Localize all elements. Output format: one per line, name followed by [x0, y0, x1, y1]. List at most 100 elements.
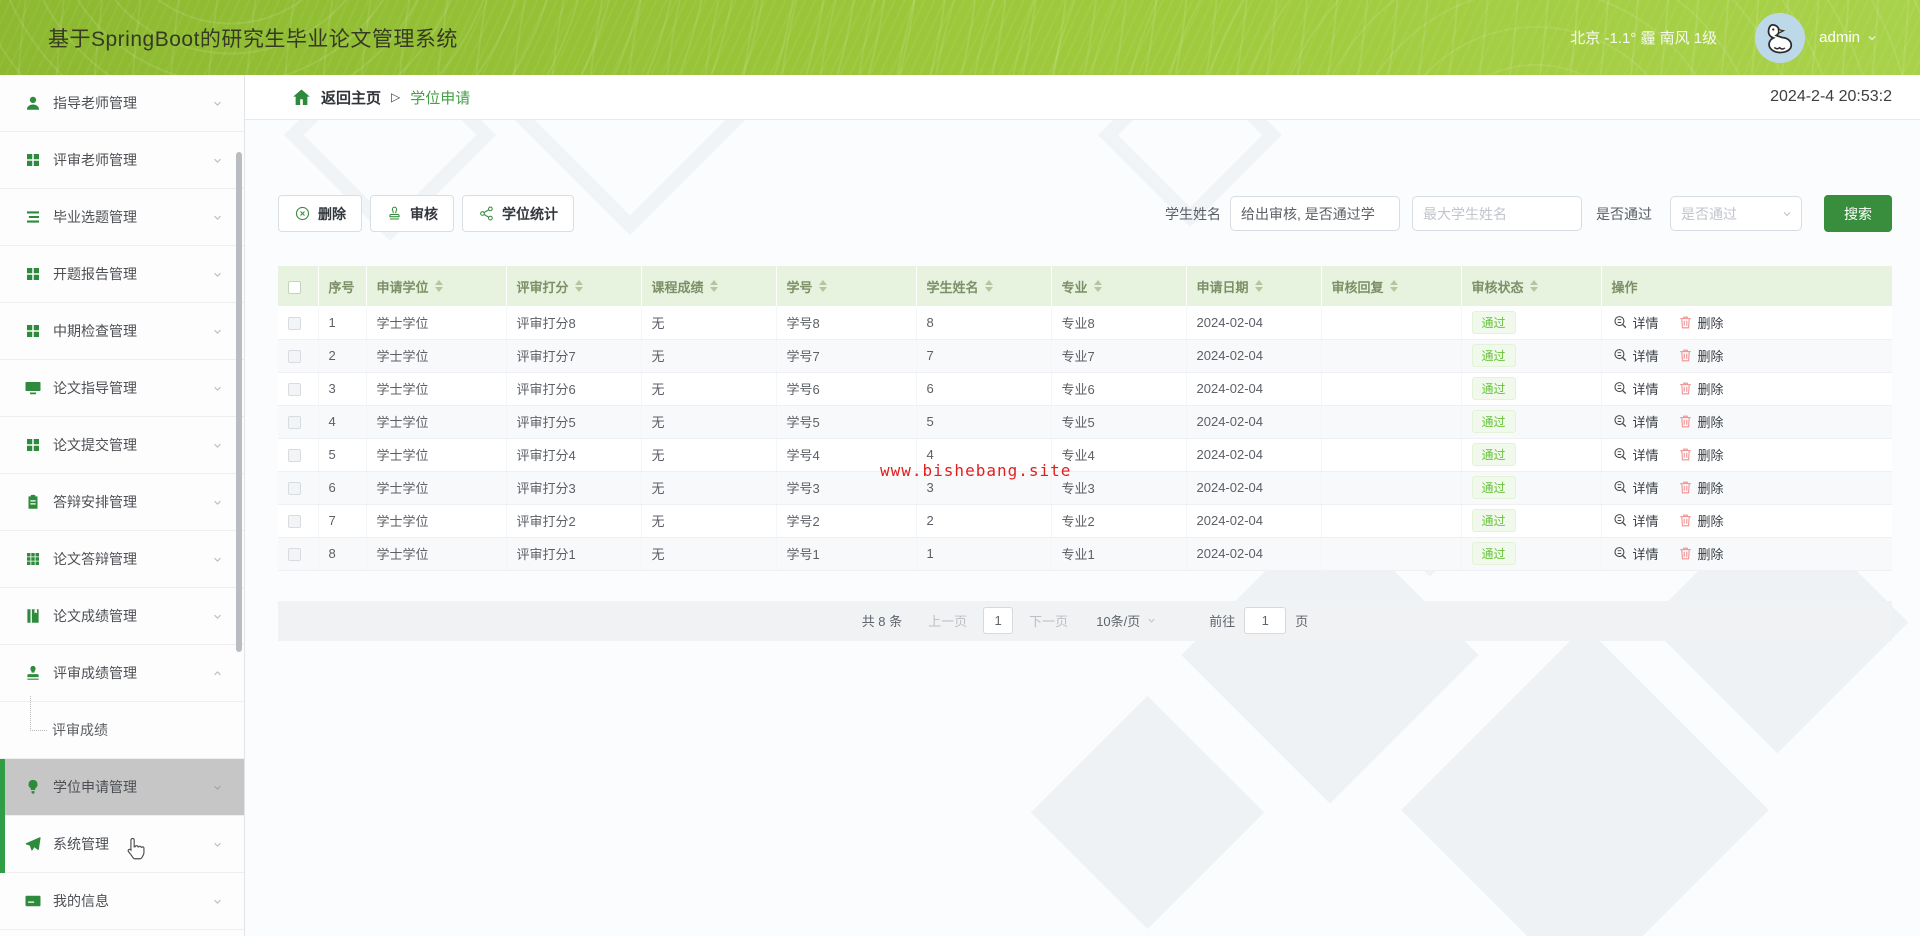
column-header: 学生姓名: [926, 279, 979, 295]
stamp-icon: [389, 206, 400, 220]
delete-row-button[interactable]: 删除: [1677, 313, 1724, 332]
delete-row-button[interactable]: 删除: [1677, 445, 1724, 464]
app-title: 基于SpringBoot的研究生毕业论文管理系统: [48, 27, 458, 51]
watermark: www.bishebang.site: [880, 461, 1072, 480]
pass-select[interactable]: 是否通过: [1670, 196, 1802, 231]
row-checkbox[interactable]: [288, 515, 301, 529]
search-button[interactable]: 搜索: [1824, 195, 1892, 232]
table-row: 1 学士学位 评审打分8 无 学号8 8 专业8 2024-02-04 通过 详…: [278, 306, 1892, 340]
delete-row-button[interactable]: 删除: [1677, 544, 1724, 563]
detail-magnifier-icon: [1613, 481, 1626, 494]
sort-carets-icon[interactable]: [1529, 280, 1538, 292]
table-row: 2 学士学位 评审打分7 无 学号7 7 专业7 2024-02-04 通过 详…: [278, 339, 1892, 373]
sort-carets-icon[interactable]: [984, 280, 993, 292]
sort-carets-icon[interactable]: [709, 280, 718, 292]
sort-carets-icon[interactable]: [434, 280, 443, 292]
column-header: 审核状态: [1471, 279, 1524, 295]
chevron-down-icon: [214, 899, 221, 904]
row-checkbox[interactable]: [288, 482, 301, 496]
detail-button[interactable]: 详情: [1612, 346, 1659, 365]
detail-button[interactable]: 详情: [1612, 511, 1659, 530]
sidebar-item-defense-schedule-mgmt[interactable]: 答辩安排管理: [0, 474, 244, 531]
detail-button[interactable]: 详情: [1612, 313, 1659, 332]
review-status-input[interactable]: [1230, 196, 1400, 231]
delete-row-button[interactable]: 删除: [1677, 379, 1724, 398]
sort-carets-icon[interactable]: [1093, 280, 1102, 292]
background-pattern: [1030, 695, 1265, 930]
delete-row-button[interactable]: 删除: [1677, 478, 1724, 497]
table-row: 8 学士学位 评审打分1 无 学号1 1 专业1 2024-02-04 通过 详…: [278, 537, 1892, 571]
sort-carets-icon[interactable]: [574, 280, 583, 292]
row-checkbox[interactable]: [288, 383, 301, 397]
next-page-button[interactable]: 下一页: [1029, 611, 1068, 630]
chevron-down-icon: [214, 500, 221, 505]
sidebar-item-midterm-mgmt[interactable]: 中期检查管理: [0, 303, 244, 360]
table-row: 7 学士学位 评审打分2 无 学号2 2 专业2 2024-02-04 通过 详…: [278, 504, 1892, 538]
content-area: 删除 审核 学位统计 学生姓名 是否通过: [245, 120, 1920, 936]
row-checkbox[interactable]: [288, 350, 301, 364]
status-badge: 通过: [1471, 310, 1516, 334]
degree-stats-button[interactable]: 学位统计: [462, 195, 574, 232]
book-icon: [24, 607, 42, 625]
card-icon: [24, 892, 42, 910]
detail-button[interactable]: 详情: [1612, 379, 1659, 398]
detail-button[interactable]: 详情: [1612, 544, 1659, 563]
row-checkbox[interactable]: [288, 416, 301, 430]
delete-row-button[interactable]: 删除: [1677, 511, 1724, 530]
clipboard-icon: [24, 493, 42, 511]
sort-carets-icon[interactable]: [1254, 280, 1263, 292]
sidebar-item-defense-mgmt[interactable]: 论文答辩管理: [0, 531, 244, 588]
detail-button[interactable]: 详情: [1612, 445, 1659, 464]
user-menu-chevron-icon[interactable]: [1866, 32, 1878, 44]
chevron-down-icon: [214, 272, 221, 277]
sort-carets-icon[interactable]: [1389, 280, 1398, 292]
app-header: 基于SpringBoot的研究生毕业论文管理系统 北京 -1.1° 霾 南风 1…: [0, 0, 1920, 75]
sidebar-item-guidance-mgmt[interactable]: 论文指导管理: [0, 360, 244, 417]
sidebar-item-topic-mgmt[interactable]: 毕业选题管理: [0, 189, 244, 246]
student-name-input[interactable]: [1412, 196, 1582, 231]
chevron-down-icon: [1783, 211, 1791, 216]
sidebar-item-submission-mgmt[interactable]: 论文提交管理: [0, 417, 244, 474]
grid9-icon: [24, 550, 42, 568]
prev-page-button[interactable]: 上一页: [928, 611, 967, 630]
username[interactable]: admin: [1819, 29, 1860, 46]
breadcrumb-bar: 返回主页 ▷ 学位申请 2024-2-4 20:53:2: [245, 75, 1920, 120]
goto-page-input[interactable]: 1: [1244, 607, 1287, 634]
share-icon: [480, 206, 493, 221]
select-all-checkbox[interactable]: [288, 280, 301, 294]
sidebar-item-review-grade-mgmt[interactable]: 评审成绩管理: [0, 645, 244, 702]
detail-button[interactable]: 详情: [1612, 478, 1659, 497]
sidebar-item-my-info[interactable]: 我的信息: [0, 873, 244, 930]
sidebar-item-advisor-mgmt[interactable]: 指导老师管理: [0, 75, 244, 132]
trash-icon: [1679, 382, 1691, 395]
page-size-select[interactable]: 10条/页: [1096, 611, 1157, 630]
sort-carets-icon[interactable]: [818, 280, 827, 292]
sidebar-item-grade-mgmt[interactable]: 论文成绩管理: [0, 588, 244, 645]
home-icon[interactable]: [291, 87, 312, 108]
trash-icon: [1679, 415, 1691, 428]
sidebar-scrollbar[interactable]: [236, 152, 242, 652]
breadcrumb-home-link[interactable]: 返回主页: [321, 87, 381, 108]
delete-row-button[interactable]: 删除: [1677, 346, 1724, 365]
review-button[interactable]: 审核: [370, 195, 454, 232]
avatar[interactable]: [1755, 12, 1806, 63]
row-checkbox[interactable]: [288, 316, 301, 330]
chevron-down-icon: [214, 443, 221, 448]
detail-button[interactable]: 详情: [1612, 412, 1659, 431]
row-checkbox[interactable]: [288, 449, 301, 463]
delete-row-button[interactable]: 删除: [1677, 412, 1724, 431]
sidebar-item-proposal-mgmt[interactable]: 开题报告管理: [0, 246, 244, 303]
current-page[interactable]: 1: [983, 607, 1014, 634]
pagination-total: 共 8 条: [861, 614, 903, 629]
column-header: 申请学位: [376, 279, 429, 295]
sidebar-item-degree-application-mgmt[interactable]: 学位申请管理: [0, 759, 244, 816]
detail-magnifier-icon: [1613, 547, 1626, 560]
grid-icon: [24, 322, 42, 340]
row-checkbox[interactable]: [288, 548, 301, 562]
search-area: 学生姓名 是否通过 是否通过 搜索: [1165, 195, 1892, 232]
sidebar-subitem-review-grades[interactable]: 评审成绩: [0, 696, 244, 759]
chevron-down-icon: [214, 614, 221, 619]
pass-label: 是否通过: [1596, 205, 1652, 222]
delete-button[interactable]: 删除: [278, 195, 362, 232]
sidebar-item-reviewer-mgmt[interactable]: 评审老师管理: [0, 132, 244, 189]
